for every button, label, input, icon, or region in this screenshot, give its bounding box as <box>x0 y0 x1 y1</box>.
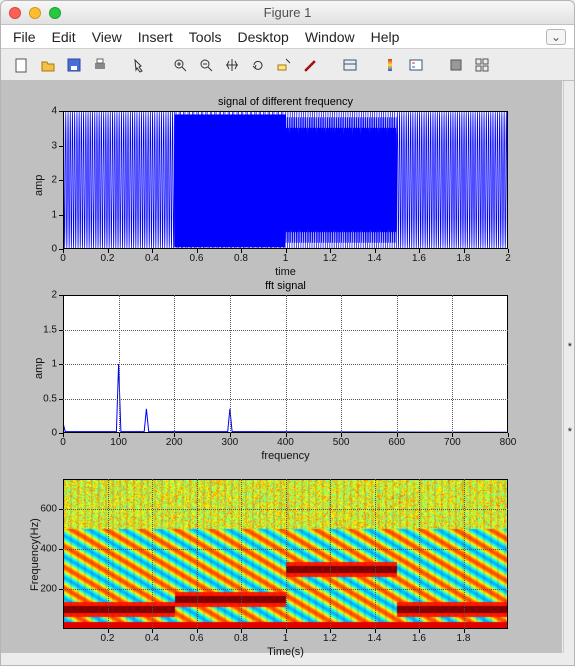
menu-insert[interactable]: Insert <box>138 29 173 45</box>
legend-icon[interactable] <box>405 54 427 76</box>
open-icon[interactable] <box>37 54 59 76</box>
link-icon[interactable] <box>339 54 361 76</box>
window-title: Figure 1 <box>1 5 574 20</box>
pan-icon[interactable] <box>221 54 243 76</box>
brush-icon[interactable] <box>299 54 321 76</box>
figure-window: Figure 1 File Edit View Insert Tools Des… <box>0 0 575 666</box>
menu-view[interactable]: View <box>92 29 122 45</box>
star-marker: * <box>568 341 572 353</box>
menu-file[interactable]: File <box>13 29 36 45</box>
axes-title-fft: fft signal <box>63 280 508 292</box>
menu-edit[interactable]: Edit <box>52 29 76 45</box>
titlebar: Figure 1 <box>1 1 574 25</box>
menu-help[interactable]: Help <box>371 29 400 45</box>
menu-window[interactable]: Window <box>305 29 355 45</box>
figure-toolbar <box>1 49 574 81</box>
menubar: File Edit View Insert Tools Desktop Wind… <box>1 25 574 49</box>
axes-signal[interactable]: signal of different frequency 00.20.40.6… <box>63 111 508 249</box>
xlabel-fft: frequency <box>63 450 508 462</box>
print-icon[interactable] <box>89 54 111 76</box>
data-cursor-icon[interactable] <box>273 54 295 76</box>
signal-line <box>63 111 508 249</box>
ylabel-fft: amp <box>33 358 45 379</box>
xlabel-signal: time <box>63 266 508 278</box>
zoom-out-icon[interactable] <box>195 54 217 76</box>
arrow-icon[interactable] <box>129 54 151 76</box>
ylabel-signal: amp <box>33 175 45 196</box>
save-icon[interactable] <box>63 54 85 76</box>
rotate-icon[interactable] <box>247 54 269 76</box>
axes-fft[interactable]: fft signal 010020030040050060070080000.5… <box>63 295 508 433</box>
menu-desktop[interactable]: Desktop <box>237 29 288 45</box>
xlabel-spec: Time(s) <box>63 646 508 658</box>
zoom-in-icon[interactable] <box>169 54 191 76</box>
axes-spectrogram[interactable]: 0.20.40.60.811.21.41.61.8200400600 <box>63 479 508 629</box>
colorbar-icon[interactable] <box>379 54 401 76</box>
ylabel-spec: Frequency(Hz) <box>29 518 41 591</box>
subplot-icon[interactable] <box>471 54 493 76</box>
star-marker: * <box>568 426 572 438</box>
right-gutter: * * <box>563 81 574 653</box>
menu-overflow-icon[interactable]: ⌄ <box>546 29 566 45</box>
axes-title: signal of different frequency <box>63 96 508 108</box>
menu-tools[interactable]: Tools <box>189 29 222 45</box>
dock-icon[interactable] <box>445 54 467 76</box>
new-figure-icon[interactable] <box>11 54 33 76</box>
figure-canvas: signal of different frequency 00.20.40.6… <box>1 81 562 653</box>
